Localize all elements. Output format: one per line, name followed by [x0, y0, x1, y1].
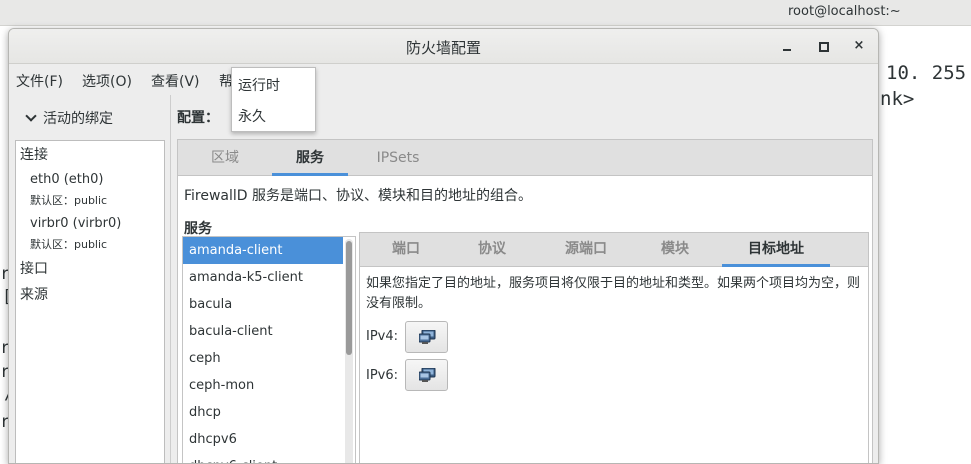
main-tabs-panel: 区域 服务 IPSets FirewallD 服务是端口、协议、模块和目的地址的…: [177, 139, 873, 463]
tab-modules[interactable]: 模块: [632, 233, 718, 267]
minimize-button[interactable]: [779, 38, 795, 54]
connection-zone: 默认区：public: [30, 238, 108, 251]
connection-zone: 默认区：public: [30, 194, 108, 207]
ipv4-edit-button[interactable]: [405, 321, 448, 353]
service-item[interactable]: dhcpv6-client: [183, 453, 343, 463]
services-description: FirewallD 服务是端口、协议、模块和目的地址的组合。: [184, 188, 533, 204]
connection-name[interactable]: virbr0 (virbr0): [30, 216, 121, 231]
service-item[interactable]: ceph: [183, 345, 343, 372]
active-bindings-header[interactable]: 活动的绑定: [25, 108, 113, 128]
service-item[interactable]: dhcp: [183, 399, 343, 426]
main-tabstrip: 区域 服务 IPSets: [178, 140, 872, 176]
services-label: 服务: [184, 221, 212, 237]
active-bindings-panel: 活动的绑定 连接 eth0 (eth0) 默认区：public virbr0 (…: [9, 95, 171, 463]
network-computer-icon: [419, 368, 436, 382]
services-list: amanda-client amanda-k5-client bacula ba…: [182, 236, 356, 463]
menu-file[interactable]: 文件(F): [16, 71, 63, 91]
terminal-line: 10. 255: [886, 62, 967, 84]
chevron-down-icon: [25, 110, 37, 122]
tab-services[interactable]: 服务: [272, 140, 348, 176]
interfaces-label[interactable]: 接口: [20, 258, 48, 278]
service-item[interactable]: amanda-k5-client: [183, 264, 343, 291]
service-item[interactable]: amanda-client: [183, 237, 343, 264]
terminal-title: root@localhost:~: [788, 4, 901, 19]
ipv6-label: IPv6:: [366, 368, 399, 383]
tab-ports[interactable]: 端口: [360, 233, 452, 267]
destination-description: 如果您指定了目的地址，服务项目将仅限于目的地址和类型。如果两个项目均为空，则没有…: [366, 276, 861, 311]
ipv4-label: IPv4:: [366, 329, 399, 344]
scrollbar-thumb[interactable]: [346, 241, 352, 355]
terminal-line: nk>: [880, 88, 915, 110]
tab-source-ports[interactable]: 源端口: [540, 233, 632, 267]
detail-tabstrip: 端口 协议 源端口 模块 目标地址: [360, 233, 868, 267]
menu-view[interactable]: 查看(V): [151, 71, 200, 91]
configuration-label: 配置：: [177, 110, 219, 126]
connections-label[interactable]: 连接: [20, 144, 48, 164]
tab-protocols[interactable]: 协议: [452, 233, 532, 267]
connection-name[interactable]: eth0 (eth0): [30, 172, 104, 187]
bindings-list: 连接 eth0 (eth0) 默认区：public virbr0 (virbr0…: [15, 140, 165, 463]
terminal-titlebar: root@localhost:~: [0, 0, 971, 26]
service-item[interactable]: dhcpv6: [183, 426, 343, 453]
window-title: 防火墙配置: [405, 39, 481, 57]
maximize-button[interactable]: [815, 38, 831, 54]
menubar: 文件(F) 选项(O) 查看(V) 帮: [9, 65, 878, 95]
popup-item-permanent[interactable]: 永久: [238, 106, 266, 126]
network-computer-icon: [419, 330, 436, 344]
tab-zones[interactable]: 区域: [178, 140, 272, 176]
active-bindings-label: 活动的绑定: [43, 111, 113, 127]
tab-ipsets[interactable]: IPSets: [358, 140, 438, 176]
tab-destination[interactable]: 目标地址: [722, 233, 830, 267]
service-item[interactable]: bacula-client: [183, 318, 343, 345]
popup-item-runtime[interactable]: 运行时: [238, 75, 280, 95]
service-item[interactable]: bacula: [183, 291, 343, 318]
firewall-config-window: 防火墙配置 × 文件(F) 选项(O) 查看(V) 帮 活动的绑定 连接 eth…: [8, 28, 879, 464]
service-item[interactable]: ceph-mon: [183, 372, 343, 399]
service-detail-panel: 端口 协议 源端口 模块 目标地址 如果您指定了目的地址，服务项目将仅限于目的地…: [359, 232, 869, 463]
close-button[interactable]: ×: [851, 38, 867, 54]
menu-options[interactable]: 选项(O): [82, 71, 132, 91]
services-scrollbar[interactable]: [345, 239, 353, 463]
window-titlebar[interactable]: 防火墙配置 ×: [9, 29, 878, 64]
sources-label[interactable]: 来源: [20, 284, 48, 304]
configuration-popup-menu: 运行时 永久: [231, 67, 316, 132]
ipv6-edit-button[interactable]: [405, 359, 448, 391]
